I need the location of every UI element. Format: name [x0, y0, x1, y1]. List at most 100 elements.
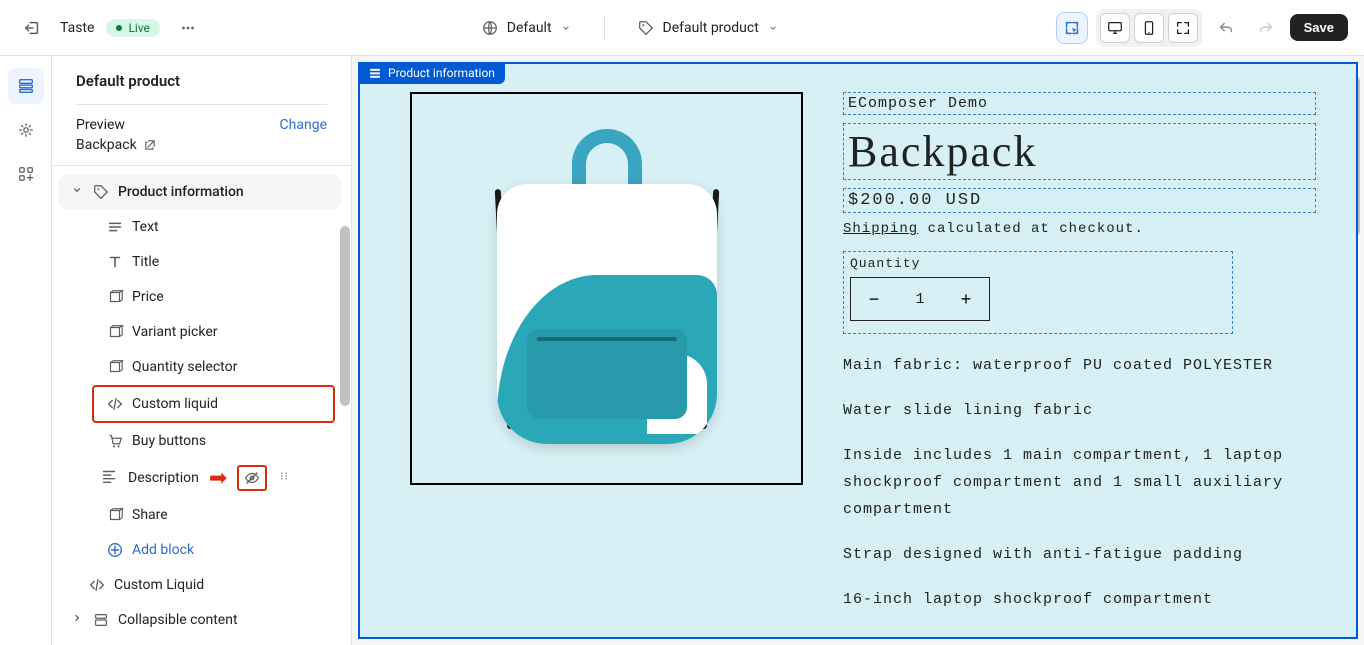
live-badge: Live [106, 19, 159, 37]
desktop-view-button[interactable] [1100, 13, 1130, 43]
chevron-down-icon [560, 22, 572, 34]
apps-rail-button[interactable] [8, 156, 44, 192]
collapsible-icon [92, 611, 110, 629]
section-product-information[interactable]: Product information [58, 175, 341, 209]
gear-icon [17, 121, 35, 139]
sections-rail-button[interactable] [8, 68, 44, 104]
sidebar-header: Default product Preview Change Backpack [52, 56, 351, 166]
qty-decrease-button[interactable]: − [851, 277, 897, 321]
canvas-wrap: Product information EComposer Demo Backp… [352, 56, 1364, 645]
block-description-row[interactable]: Description ➡ [52, 459, 347, 497]
dots-icon [179, 19, 197, 37]
redo-icon [1257, 19, 1275, 37]
inspect-button[interactable] [1056, 12, 1088, 44]
shipping-row: Shipping calculated at checkout. [843, 221, 1316, 237]
redo-button[interactable] [1250, 12, 1282, 44]
exit-icon [23, 19, 41, 37]
block-buy-buttons[interactable]: Buy buttons [102, 424, 341, 458]
section-label: Collapsible content [118, 612, 238, 628]
chevron-right-icon [70, 611, 84, 625]
product-details: EComposer Demo Backpack $200.00 USD Ship… [843, 92, 1316, 631]
sidebar-scrollbar[interactable] [340, 226, 350, 406]
section-tag-label: Product information [388, 66, 495, 80]
settings-rail-button[interactable] [8, 112, 44, 148]
shipping-text: calculated at checkout. [918, 221, 1144, 237]
quantity-box[interactable]: Quantity − 1 + [843, 251, 1233, 334]
desc-line: Strap designed with anti-fatigue padding [843, 541, 1316, 568]
desc-line: Water slide lining fabric [843, 397, 1316, 424]
change-preview-link[interactable]: Change [280, 117, 327, 133]
desc-line: 16-inch laptop shockproof compartment [843, 586, 1316, 613]
drag-icon [277, 469, 291, 483]
section-product-recommendations[interactable]: Product recommendations [58, 638, 341, 645]
undo-button[interactable] [1210, 12, 1242, 44]
resource-icon [106, 323, 124, 341]
drag-handle[interactable] [277, 469, 291, 487]
code-icon [88, 576, 106, 594]
chevron-down-icon [767, 22, 779, 34]
mobile-view-button[interactable] [1134, 13, 1164, 43]
block-variant-picker[interactable]: Variant picker [102, 315, 341, 349]
exit-button[interactable] [16, 12, 48, 44]
quantity-stepper: − 1 + [850, 277, 990, 321]
resource-icon [106, 288, 124, 306]
block-label: Share [132, 507, 168, 523]
title-box[interactable]: Backpack [843, 123, 1316, 180]
block-share[interactable]: Share [102, 498, 341, 532]
toggle-visibility-button[interactable] [237, 465, 267, 491]
tag-icon [92, 183, 110, 201]
apps-icon [17, 165, 35, 183]
external-link-icon [143, 138, 157, 152]
vendor-box[interactable]: EComposer Demo [843, 92, 1316, 115]
quantity-label: Quantity [850, 256, 1226, 271]
section-icon [368, 66, 382, 80]
backpack-illustration [487, 129, 727, 449]
locale-dropdown[interactable]: Default [473, 15, 580, 41]
locale-label: Default [507, 20, 552, 36]
product-title: Backpack [848, 126, 1311, 177]
block-label: Price [132, 289, 164, 305]
fullscreen-icon [1174, 19, 1192, 37]
product-image[interactable] [410, 92, 803, 485]
annotation-arrow: ➡ [209, 466, 227, 491]
save-button[interactable]: Save [1290, 14, 1348, 41]
eye-off-icon [243, 469, 261, 487]
block-text[interactable]: Text [102, 210, 341, 244]
canvas[interactable]: Product information EComposer Demo Backp… [358, 62, 1358, 639]
block-label: Variant picker [132, 324, 217, 340]
product-dropdown[interactable]: Default product [629, 15, 787, 41]
block-label: Custom liquid [132, 396, 218, 412]
inspect-icon [1063, 19, 1081, 37]
more-button[interactable] [172, 12, 204, 44]
block-label: Description [128, 470, 199, 486]
block-label: Title [132, 254, 159, 270]
plus-circle-icon [106, 541, 124, 559]
topbar: Taste Live Default Default product Save [0, 0, 1364, 56]
block-quantity-selector[interactable]: Quantity selector [102, 350, 341, 384]
divider [604, 16, 605, 40]
sections-icon [17, 77, 35, 95]
block-title[interactable]: Title [102, 245, 341, 279]
mobile-icon [1140, 19, 1158, 37]
cart-icon [106, 432, 124, 450]
section-tag[interactable]: Product information [358, 62, 505, 84]
add-block-button[interactable]: Add block [102, 533, 341, 567]
code-icon [106, 395, 124, 413]
qty-increase-button[interactable]: + [943, 277, 989, 321]
block-price[interactable]: Price [102, 280, 341, 314]
section-collapsible-content[interactable]: Collapsible content [58, 603, 341, 637]
fullscreen-view-button[interactable] [1168, 13, 1198, 43]
qty-value: 1 [897, 291, 943, 308]
section-custom-liquid[interactable]: Custom Liquid [58, 568, 341, 602]
block-custom-liquid[interactable]: Custom liquid [92, 385, 335, 423]
description-text: Main fabric: waterproof PU coated POLYES… [843, 352, 1316, 613]
price-box[interactable]: $200.00 USD [843, 188, 1316, 213]
shipping-link[interactable]: Shipping [843, 221, 918, 237]
preview-label: Preview [76, 117, 125, 133]
block-label: Quantity selector [132, 359, 237, 375]
tag-icon [637, 19, 655, 37]
desc-line: Inside includes 1 main compartment, 1 la… [843, 442, 1316, 523]
preview-product[interactable]: Backpack [76, 137, 327, 153]
desktop-icon [1106, 19, 1124, 37]
left-rail [0, 56, 52, 645]
